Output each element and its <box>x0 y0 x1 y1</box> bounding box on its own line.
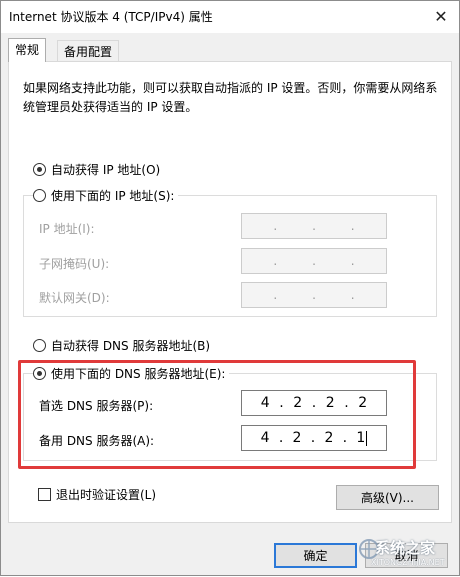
close-icon: ✕ <box>434 6 448 26</box>
description-text: 如果网络支持此功能，则可以获取自动指派的 IP 设置。否则，你需要从网络系统管理… <box>23 81 438 114</box>
text-caret <box>366 430 368 446</box>
radio-auto-dns[interactable]: 自动获得 DNS 服务器地址(B) <box>33 337 210 354</box>
watermark-text: 系统之家 <box>375 539 436 557</box>
radio-manual-ip-label: 使用下面的 IP 地址(S): <box>51 189 175 203</box>
tab-general[interactable]: 常规 <box>8 38 47 62</box>
radio-auto-dns-label: 自动获得 DNS 服务器地址(B) <box>51 339 211 353</box>
window-title: Internet 协议版本 4 (TCP/IPv4) 属性 <box>9 10 213 24</box>
close-button[interactable]: ✕ <box>423 1 459 31</box>
default-gateway-label: 默认网关(D): <box>39 291 110 305</box>
dialog-window: Internet 协议版本 4 (TCP/IPv4) 属性 ✕ 常规 备用配置 … <box>0 0 460 576</box>
radio-manual-dns[interactable]: 使用下面的 DNS 服务器地址(E): <box>33 365 230 382</box>
subnet-mask-field: ... <box>241 248 387 274</box>
radio-auto-ip-label: 自动获得 IP 地址(O) <box>51 163 161 177</box>
subnet-mask-label: 子网掩码(U): <box>39 257 110 271</box>
preferred-dns-field[interactable]: 4 . 2 . 2 . 2 <box>241 390 387 416</box>
ip-address-field: ... <box>241 213 387 239</box>
validate-on-exit-checkbox[interactable]: 退出时验证设置(L) <box>38 486 156 503</box>
alternate-dns-label: 备用 DNS 服务器(A): <box>39 434 155 448</box>
preferred-dns-label: 首选 DNS 服务器(P): <box>39 399 154 413</box>
radio-indicator <box>33 339 46 352</box>
radio-manual-dns-label: 使用下面的 DNS 服务器地址(E): <box>51 367 226 381</box>
tab-alternate-config[interactable]: 备用配置 <box>57 40 120 62</box>
radio-manual-ip[interactable]: 使用下面的 IP 地址(S): <box>33 187 179 204</box>
ok-button[interactable]: 确定 <box>274 543 357 568</box>
checkbox-indicator <box>38 488 51 501</box>
radio-auto-ip[interactable]: 自动获得 IP 地址(O) <box>33 161 160 178</box>
radio-indicator <box>33 163 46 176</box>
title-bar: Internet 协议版本 4 (TCP/IPv4) 属性 ✕ <box>1 1 459 33</box>
radio-indicator <box>33 367 46 380</box>
alternate-dns-field[interactable]: 4 . 2 . 2 . 1 <box>241 425 387 451</box>
ip-address-label: IP 地址(I): <box>39 222 95 236</box>
validate-on-exit-label: 退出时验证设置(L) <box>56 488 157 502</box>
radio-indicator <box>33 189 46 202</box>
default-gateway-field: ... <box>241 282 387 308</box>
watermark-url: XITONGZHIJIA.NET <box>371 558 445 567</box>
advanced-button[interactable]: 高级(V)... <box>336 485 439 510</box>
